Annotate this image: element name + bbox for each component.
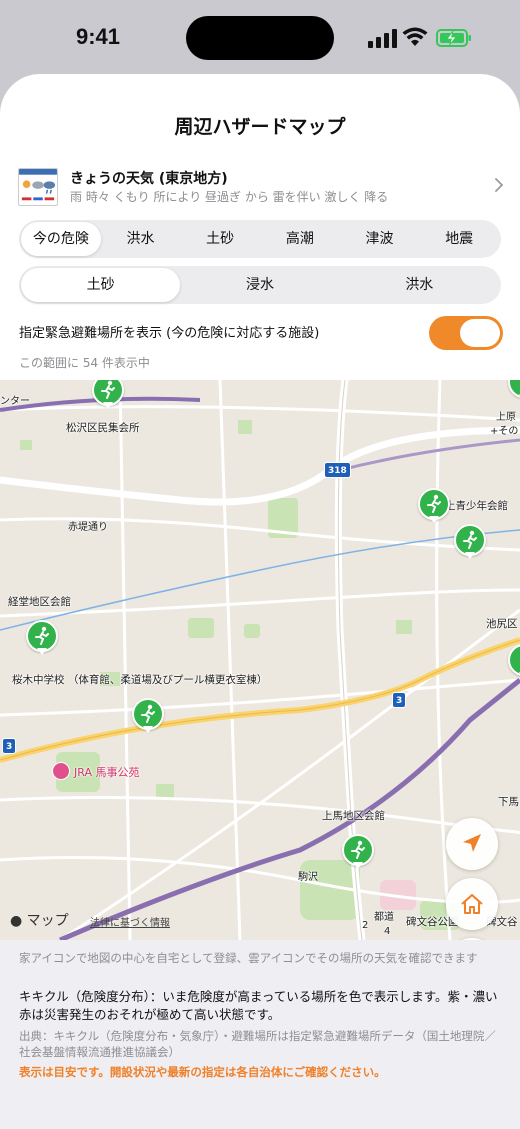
- shelter-pin[interactable]: [454, 524, 486, 562]
- shelter-toggle-switch[interactable]: [429, 316, 503, 350]
- legal-link[interactable]: 法律に基づく情報: [90, 914, 170, 929]
- dynamic-island: [186, 16, 334, 60]
- map-label-jra: JRA 馬事公苑: [74, 766, 140, 779]
- map-label-akatsutsumi: 赤堤通り: [68, 522, 108, 533]
- map-label-ikejiri: 池尻区: [486, 618, 518, 630]
- running-person-icon: [351, 840, 365, 859]
- maps-logo-text: マップ: [22, 913, 69, 929]
- hazard-type-tabs: 今の危険 洪水 土砂 高潮 津波 地震: [19, 220, 501, 258]
- shelter-toggle-row: 指定緊急避難場所を表示 (今の危険に対応する施設): [19, 316, 503, 350]
- location-arrow-icon: [463, 834, 481, 852]
- map-label-komazawa: 駒沢: [298, 872, 318, 883]
- tab-earthquake[interactable]: 地震: [419, 222, 499, 256]
- running-person-icon: [427, 494, 441, 513]
- current-location-button[interactable]: [446, 818, 498, 870]
- shelter-pin[interactable]: [26, 620, 58, 658]
- map-label-kyodo: 経堂地区会館: [8, 596, 71, 608]
- tab-storm-surge[interactable]: 高潮: [260, 222, 340, 256]
- shelter-toggle-label: 指定緊急避難場所を表示 (今の危険に対応する施設): [19, 326, 320, 341]
- apple-logo-icon: ●: [10, 913, 23, 929]
- battery-charging-icon: [436, 29, 471, 47]
- apple-maps-logo: ● マップ: [10, 910, 69, 930]
- route-shield-318: 318: [324, 462, 351, 478]
- map-label-kamiuma: 上馬地区会館: [322, 810, 385, 822]
- risk-layer-tabs: 土砂 浸水 洪水: [19, 266, 501, 304]
- shelter-pin[interactable]: [418, 488, 450, 526]
- map-label-shimouma: 下馬: [498, 796, 519, 808]
- shelter-pin[interactable]: [508, 644, 520, 682]
- shelter-pin[interactable]: [342, 834, 374, 872]
- weather-forecast-thumbnail-icon: [18, 168, 58, 206]
- running-person-icon: [35, 626, 49, 645]
- map-label-number: 2: [362, 920, 369, 931]
- result-count: この範囲に 54 件表示中: [19, 356, 150, 370]
- weather-forecast-text: 雨 時々 くもり 所により 昼過ぎ から 雷を伴い 激しく 降る: [70, 190, 389, 204]
- tab-layer-flood[interactable]: 洪水: [340, 268, 499, 302]
- page-title: 周辺ハザードマップ: [174, 116, 346, 138]
- home-icon: [461, 894, 483, 914]
- status-time: 9:41: [76, 24, 121, 49]
- tab-flood[interactable]: 洪水: [101, 222, 181, 256]
- switch-knob: [460, 319, 500, 347]
- running-person-icon: [101, 380, 115, 399]
- map-label-kamihara: 上原: [496, 412, 516, 423]
- route-shield-3-west: 3: [2, 738, 17, 754]
- running-person-icon: [463, 530, 477, 549]
- map-label-toritsu: 都道: [374, 912, 394, 923]
- map-label-matsuzawa: 松沢区民集会所: [66, 422, 140, 434]
- horse-park-icon: [52, 762, 70, 780]
- route-shield-3: 3: [392, 692, 407, 708]
- cellular-signal-icon: [368, 29, 397, 48]
- kikikuru-description: キキクル（危険度分布）：いま危険度が高まっている場所を色で表示します。紫・濃い赤…: [19, 989, 498, 1022]
- weather-title: きょうの天気 (東京地方): [70, 171, 228, 187]
- shelter-pin[interactable]: [508, 380, 520, 404]
- home-button[interactable]: [446, 878, 498, 930]
- running-person-icon: [141, 704, 155, 723]
- map-label-sono: +その: [490, 426, 519, 437]
- chevron-right-icon: [495, 178, 504, 192]
- hazard-map-sheet: 周辺ハザードマップ きょうの天気 (東京地方) 雨 時々 くもり 所により 昼過…: [0, 74, 520, 1129]
- weather-forecast-row[interactable]: きょうの天気 (東京地方) 雨 時々 くもり 所により 昼過ぎ から 雷を伴い …: [18, 168, 508, 208]
- home-cloud-hint: 家アイコンで地図の中心を自宅として登録、雲アイコンでその場所の天気を確認できます: [19, 951, 478, 965]
- source-credit: 出典：キキクル（危険度分布・気象庁）・避難場所は指定緊急避難場所データ（国土地理…: [19, 1029, 496, 1059]
- map-label-number: 4: [384, 926, 391, 937]
- tab-layer-landslide[interactable]: 土砂: [21, 268, 181, 302]
- tab-current-danger[interactable]: 今の危険: [21, 222, 101, 256]
- wifi-icon: [402, 27, 428, 46]
- info-footer: 家アイコンで地図の中心を自宅として登録、雲アイコンでその場所の天気を確認できます…: [0, 940, 520, 1129]
- status-bar: 9:41: [0, 0, 520, 78]
- disclaimer-notice: 表示は目安です。開設状況や最新の指定は各自治体にご確認ください。: [19, 1065, 386, 1079]
- tab-tsunami[interactable]: 津波: [340, 222, 420, 256]
- map-background: [0, 380, 520, 940]
- shelter-pin[interactable]: [92, 380, 124, 412]
- map-label: ンター: [0, 396, 30, 407]
- map-view[interactable]: 318 3 3 ンター 松沢区民集会所 上原 +その 池之上青少年会館 赤堤通り…: [0, 380, 520, 940]
- map-label-sakuragi: 桜木中学校 （体育館、柔道場及びプール横更衣室棟）: [12, 674, 268, 686]
- shelter-pin[interactable]: [132, 698, 164, 736]
- tab-landslide[interactable]: 土砂: [180, 222, 260, 256]
- tab-layer-inundation[interactable]: 浸水: [180, 268, 339, 302]
